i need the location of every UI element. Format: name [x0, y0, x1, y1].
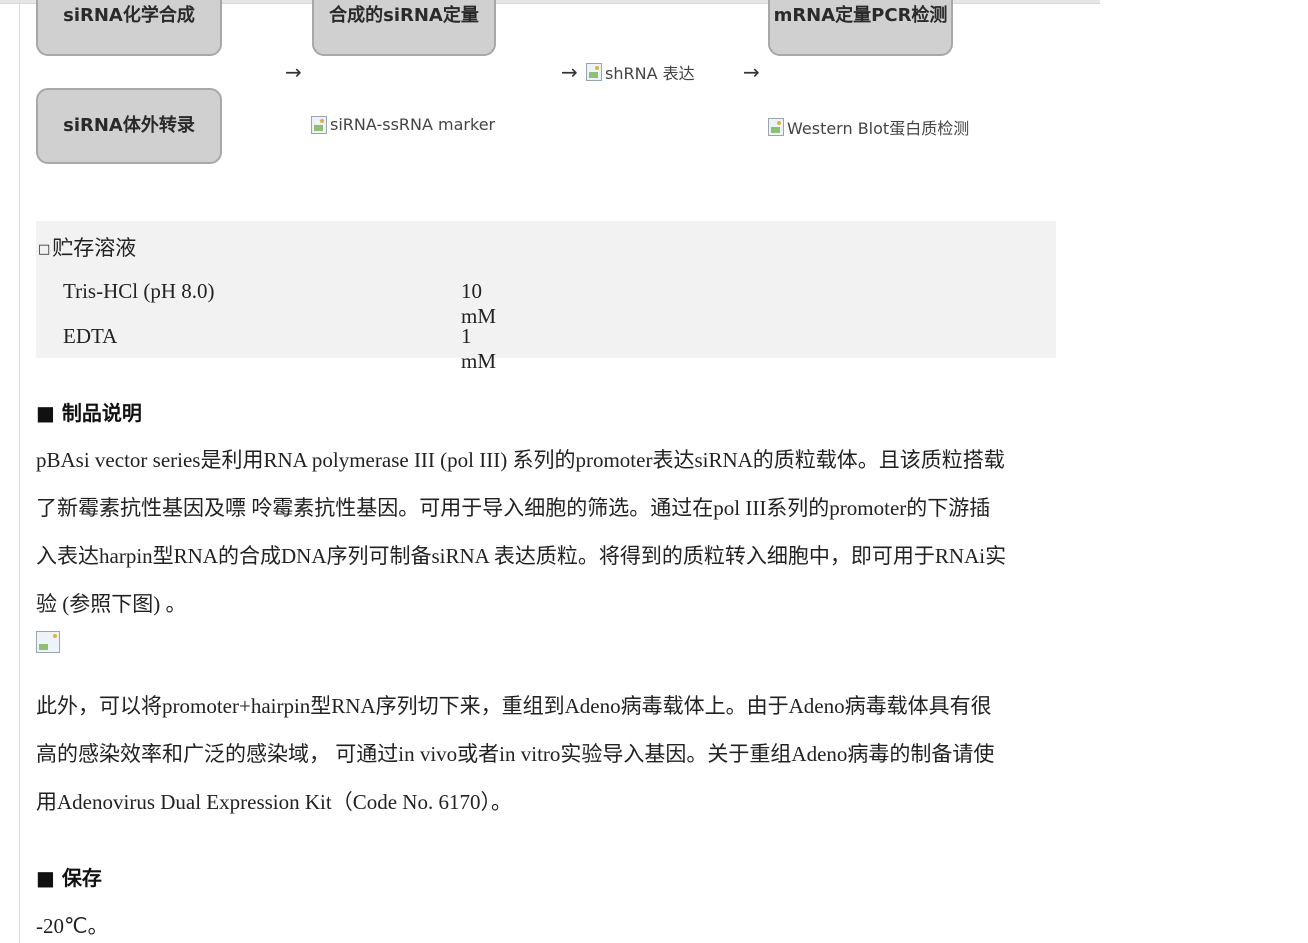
storage-solution-box: □贮存溶液 Tris-HCl (pH 8.0) 10 mM EDTA 1 mM — [36, 221, 1056, 373]
flow-box-in-vitro-transcription: siRNA体外转录 — [36, 88, 222, 164]
flow-arrow-2: → — [561, 60, 578, 84]
square-bullet-icon: □ — [38, 242, 51, 257]
shrna-expression-image: shRNA 表达 — [586, 60, 695, 84]
paragraph-line: 验 (参照下图) 。 — [36, 592, 187, 616]
paragraph-line: 了新霉素抗性基因及嘌 呤霉素抗性基因。可用于导入细胞的筛选。通过在pol III… — [36, 496, 991, 520]
ssrna-marker-image: siRNA-ssRNA marker — [311, 115, 495, 134]
broken-image-icon — [311, 115, 327, 134]
broken-image-icon — [36, 631, 60, 653]
flow-box-mrna-pcr: mRNA定量PCR检测 — [768, 0, 953, 56]
paragraph-line: 此外，可以将promoter+hairpin型RNA序列切下来，重组到Adeno… — [36, 694, 992, 718]
paragraph-line: pBAsi vector series是利用RNA polymerase III… — [36, 448, 1005, 472]
broken-image-icon — [586, 63, 602, 81]
storage-row-edta: EDTA 1 mM — [63, 324, 497, 373]
flow-arrow-1: → — [285, 60, 302, 84]
filled-square-bullet-icon: ■ — [36, 401, 55, 425]
broken-image-icon — [768, 118, 784, 136]
filled-square-bullet-icon: ■ — [36, 866, 55, 890]
flow-box-chemical-synthesis: siRNA化学合成 — [36, 0, 222, 56]
content-left-border — [19, 0, 20, 943]
paragraph-line: 高的感染效率和广泛的感染域， 可通过in vivo或者in vitro实验导入基… — [36, 742, 995, 766]
paragraph-line: 入表达harpin型RNA的合成DNA序列可制备siRNA 表达质粒。将得到的质… — [36, 544, 1007, 568]
product-description-heading: ■ 制品说明 — [36, 401, 142, 425]
flow-box-sirna-quantification: 合成的siRNA定量 — [312, 0, 496, 56]
flow-arrow-3: → — [743, 60, 760, 84]
paragraph-line: 用Adenovirus Dual Expression Kit（Code No.… — [36, 790, 512, 814]
vector-diagram-image — [36, 631, 63, 653]
western-blot-image: Western Blot蛋白质检测 — [768, 115, 969, 139]
storage-row-tris: Tris-HCl (pH 8.0) 10 mM — [63, 279, 497, 328]
preservation-heading: ■ 保存 — [36, 866, 102, 890]
storage-solution-title: □贮存溶液 — [38, 236, 137, 260]
